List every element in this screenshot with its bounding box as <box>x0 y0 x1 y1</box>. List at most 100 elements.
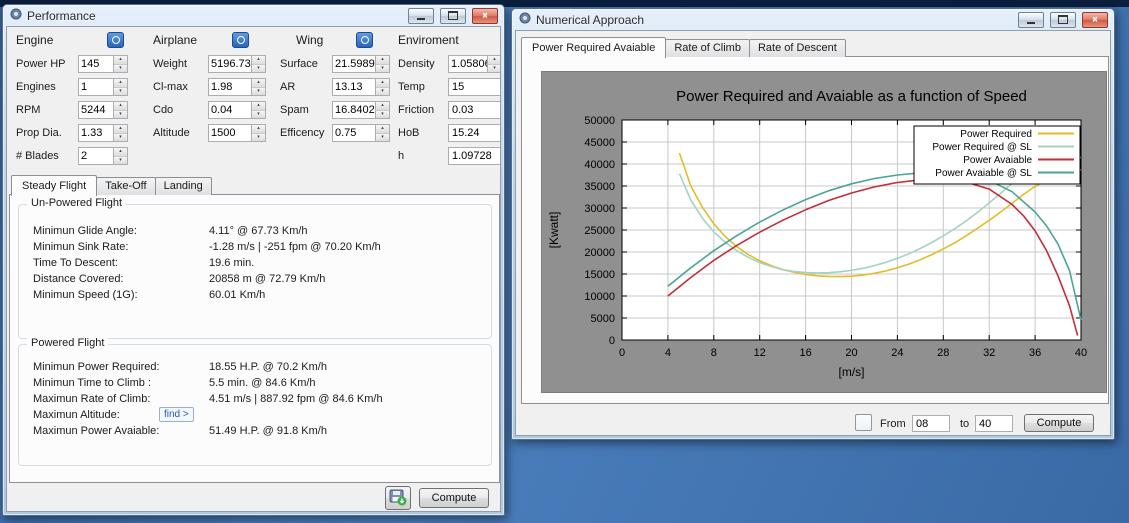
to-input[interactable] <box>975 415 1013 432</box>
spinner-buttons[interactable]: ▴▾ <box>113 125 127 141</box>
numerical-compute-button[interactable]: Compute <box>1024 414 1094 432</box>
tab-rate-of-climb[interactable]: Rate of Climb <box>665 39 750 57</box>
spinner-buttons[interactable]: ▴▾ <box>251 56 265 72</box>
cdo-input[interactable]: 0.04▴▾ <box>208 101 266 119</box>
to-label: to <box>960 418 969 430</box>
chart-area: 0481216202428323640050001000015000200002… <box>541 71 1107 393</box>
spinner-buttons[interactable]: ▴▾ <box>113 79 127 95</box>
airplane-info-icon[interactable] <box>232 32 249 48</box>
y-axis-label: [Kwatt] <box>547 212 561 249</box>
minimize-button[interactable] <box>408 8 434 24</box>
prop-dia-input[interactable]: 1.33▴▾ <box>78 124 128 142</box>
y-tick-label: 45000 <box>584 137 615 149</box>
engine-info-icon[interactable] <box>107 32 124 48</box>
engines-input[interactable]: 1▴▾ <box>78 78 128 96</box>
result-label: Minimun Speed (1G): <box>33 289 138 301</box>
spam-input[interactable]: 16.8402▴▾ <box>332 101 390 119</box>
h-input[interactable]: 1.09728 <box>448 147 501 165</box>
close-icon[interactable]: × <box>1082 12 1108 28</box>
result-value: 18.55 H.P. @ 70.2 Km/h <box>209 361 327 373</box>
group-title: Un-Powered Flight <box>27 197 126 209</box>
tab-rate-of-descent[interactable]: Rate of Descent <box>749 39 846 57</box>
chart-panel: 0481216202428323640050001000015000200002… <box>521 56 1109 404</box>
result-label: Time To Descent: <box>33 257 118 269</box>
chart-canvas: 0481216202428323640050001000015000200002… <box>542 72 1108 394</box>
rpm-input[interactable]: 5244▴▾ <box>78 101 128 119</box>
tab-steady-flight[interactable]: Steady Flight <box>11 175 97 196</box>
x-tick-label: 24 <box>891 347 903 359</box>
temp-input[interactable]: 15 <box>448 78 501 96</box>
spinner-buttons[interactable]: ▴▾ <box>113 56 127 72</box>
blades-input[interactable]: 2▴▾ <box>78 147 128 165</box>
tab-power-required-avaiable[interactable]: Power Required Avaiable <box>521 37 666 58</box>
spinner-buttons[interactable]: ▴▾ <box>251 102 265 118</box>
result-value: 19.6 min. <box>209 257 254 269</box>
numerical-window: Numerical Approach × Power Required Avai… <box>511 8 1115 440</box>
x-tick-label: 8 <box>711 347 717 359</box>
field-label: Surface <box>280 58 318 70</box>
performance-compute-button[interactable]: Compute <box>419 488 489 508</box>
group-title: Powered Flight <box>27 337 108 349</box>
range-checkbox[interactable] <box>855 414 872 431</box>
power-hp-input[interactable]: 145▴▾ <box>78 55 128 73</box>
altitude-input[interactable]: 1500▴▾ <box>208 124 266 142</box>
y-tick-label: 10000 <box>584 291 615 303</box>
engine-group-title: Engine <box>16 33 53 47</box>
wing-group-title: Wing <box>296 33 323 47</box>
minimize-button[interactable] <box>1018 12 1044 28</box>
field-label: Efficency <box>280 127 324 139</box>
spinner-buttons[interactable]: ▴▾ <box>113 102 127 118</box>
spinner-buttons[interactable]: ▴▾ <box>487 56 501 72</box>
legend-label: Power Required <box>960 129 1032 140</box>
field-label: AR <box>280 81 295 93</box>
performance-titlebar[interactable]: Performance × <box>6 5 501 26</box>
close-icon[interactable]: × <box>472 8 498 24</box>
spinner-buttons[interactable]: ▴▾ <box>113 148 127 164</box>
result-label: Distance Covered: <box>33 273 124 285</box>
legend-label: Power Avaiable @ SL <box>935 168 1032 179</box>
x-tick-label: 28 <box>937 347 949 359</box>
spinner-buttons[interactable]: ▴▾ <box>375 125 389 141</box>
legend-label: Power Required @ SL <box>932 142 1032 153</box>
airplane-group-title: Airplane <box>153 33 197 47</box>
density-input[interactable]: 1.05806▴▾ <box>448 55 501 73</box>
maximize-button[interactable] <box>440 8 466 24</box>
clmax-input[interactable]: 1.98▴▾ <box>208 78 266 96</box>
steady-flight-panel: Un-Powered Flight Minimun Glide Angle: 4… <box>9 194 500 483</box>
spinner-buttons[interactable]: ▴▾ <box>375 56 389 72</box>
surface-input[interactable]: 21.5989▴▾ <box>332 55 390 73</box>
performance-window: Performance × Engine Airplane Wing Envir… <box>2 4 505 516</box>
spinner-buttons[interactable]: ▴▾ <box>251 79 265 95</box>
numerical-client: Power Required Avaiable Rate of Climb Ra… <box>515 30 1111 436</box>
result-value: 60.01 Km/h <box>209 289 265 301</box>
maximize-button[interactable] <box>1050 12 1076 28</box>
y-tick-label: 0 <box>609 335 615 347</box>
chart-title: Power Required and Avaiable as a functio… <box>676 88 1027 105</box>
x-tick-label: 40 <box>1075 347 1087 359</box>
field-label: Friction <box>398 104 434 116</box>
wing-info-icon[interactable] <box>356 32 373 48</box>
x-tick-label: 32 <box>983 347 995 359</box>
from-input[interactable] <box>912 415 950 432</box>
x-tick-label: 16 <box>799 347 811 359</box>
tab-take-off[interactable]: Take-Off <box>96 177 155 195</box>
save-button[interactable] <box>385 486 411 510</box>
friction-input[interactable]: 0.03 <box>448 101 501 119</box>
tab-landing[interactable]: Landing <box>155 177 212 195</box>
result-value: 20858 m @ 72.79 Km/h <box>209 273 325 285</box>
y-tick-label: 25000 <box>584 225 615 237</box>
find-button[interactable]: find > <box>159 407 194 422</box>
efficency-input[interactable]: 0.75▴▾ <box>332 124 390 142</box>
hob-input[interactable]: 15.24 <box>448 124 501 142</box>
app-icon <box>518 11 532 28</box>
numerical-titlebar[interactable]: Numerical Approach × <box>515 9 1111 30</box>
y-tick-label: 20000 <box>584 247 615 259</box>
y-tick-label: 35000 <box>584 181 615 193</box>
result-label: Minimun Power Required: <box>33 361 160 373</box>
spinner-buttons[interactable]: ▴▾ <box>375 102 389 118</box>
weight-input[interactable]: 5196.73▴▾ <box>208 55 266 73</box>
spinner-buttons[interactable]: ▴▾ <box>251 125 265 141</box>
legend-label: Power Avaiable <box>963 155 1032 166</box>
spinner-buttons[interactable]: ▴▾ <box>375 79 389 95</box>
ar-input[interactable]: 13.13▴▾ <box>332 78 390 96</box>
